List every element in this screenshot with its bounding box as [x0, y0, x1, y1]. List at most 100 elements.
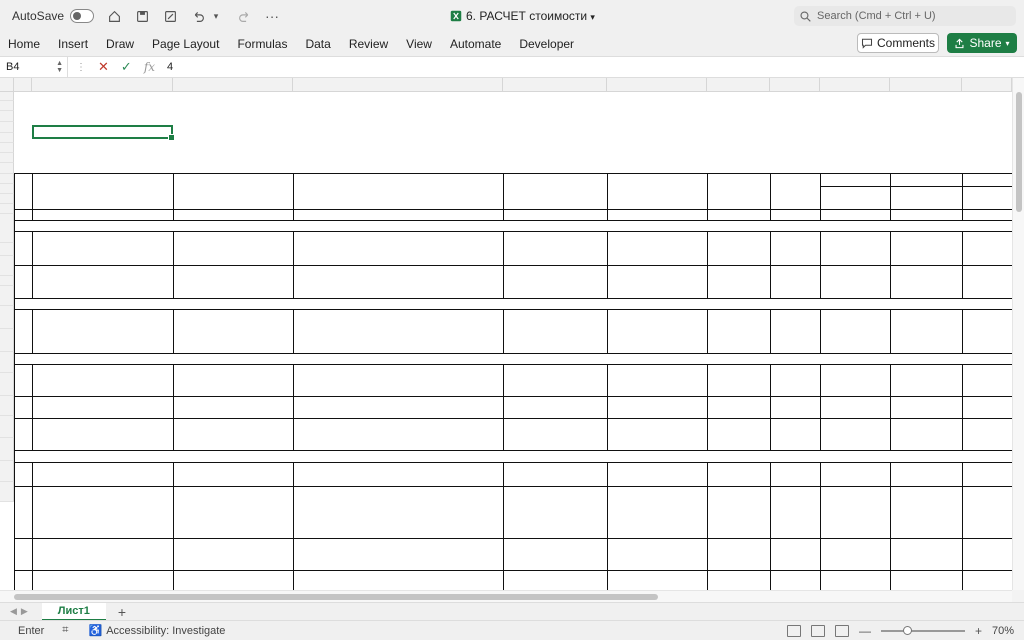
- table-column-border: [607, 173, 608, 590]
- share-label: Share: [969, 36, 1002, 50]
- formula-input[interactable]: 4: [167, 61, 173, 73]
- macro-icon[interactable]: ⌗: [62, 624, 68, 637]
- row-header[interactable]: [0, 396, 14, 416]
- normal-view-icon[interactable]: [786, 625, 801, 637]
- status-mode: Enter: [18, 624, 45, 637]
- section-header: [15, 354, 1012, 364]
- row-header[interactable]: [0, 133, 14, 143]
- name-box[interactable]: B4 ▲ ▼: [0, 57, 68, 77]
- prev-sheet-icon[interactable]: ◀: [10, 606, 17, 617]
- save-icon[interactable]: [134, 8, 150, 24]
- row-header[interactable]: [0, 438, 14, 461]
- column-header[interactable]: [14, 78, 32, 92]
- column-header[interactable]: [890, 78, 962, 92]
- section-header: [15, 221, 1012, 231]
- row-header[interactable]: [0, 286, 14, 306]
- table-column-border: [770, 173, 771, 590]
- row-header[interactable]: [0, 256, 14, 276]
- page-layout-view-icon[interactable]: [810, 625, 825, 637]
- row-header[interactable]: [0, 276, 14, 286]
- select-all-corner[interactable]: [0, 78, 14, 92]
- row-header[interactable]: [0, 143, 14, 153]
- autosave-label: AutoSave: [12, 9, 65, 23]
- row-header[interactable]: [0, 194, 14, 204]
- column-header[interactable]: [173, 78, 293, 92]
- sheet-tab-1[interactable]: Лист1: [41, 602, 106, 621]
- tab-developer[interactable]: Developer: [519, 37, 574, 51]
- edit-icon[interactable]: [162, 8, 178, 24]
- comments-button[interactable]: Comments: [857, 33, 939, 53]
- row-header[interactable]: [0, 101, 14, 111]
- add-sheet-icon[interactable]: +: [118, 604, 126, 620]
- row-bottom-border: [14, 231, 1014, 232]
- tab-draw[interactable]: Draw: [106, 37, 134, 51]
- row-header[interactable]: [0, 373, 14, 396]
- search-input[interactable]: Search (Cmd + Ctrl + U): [794, 6, 1016, 26]
- column-header[interactable]: [820, 78, 890, 92]
- column-header[interactable]: [962, 78, 1012, 92]
- row-header[interactable]: [0, 352, 14, 373]
- zoom-slider-knob[interactable]: [903, 626, 913, 635]
- row-header[interactable]: [0, 174, 14, 184]
- row-header[interactable]: [0, 122, 14, 133]
- tab-data[interactable]: Data: [305, 37, 330, 51]
- tab-home[interactable]: Home: [8, 37, 40, 51]
- horizontal-scrollbar[interactable]: [0, 590, 1012, 602]
- accessibility-checker[interactable]: ♿ Accessibility: Investigate: [89, 624, 226, 638]
- home-icon[interactable]: [106, 8, 122, 24]
- column-header[interactable]: [503, 78, 607, 92]
- tab-page-layout[interactable]: Page Layout: [152, 37, 219, 51]
- tab-view[interactable]: View: [406, 37, 432, 51]
- column-header[interactable]: [707, 78, 770, 92]
- zoom-slider[interactable]: [880, 626, 965, 635]
- tab-automate[interactable]: Automate: [450, 37, 501, 51]
- spreadsheet-grid[interactable]: [0, 78, 1024, 590]
- row-header[interactable]: [0, 482, 14, 502]
- cell-reference: B4: [6, 61, 20, 73]
- selected-cell-b4[interactable]: [32, 125, 175, 141]
- more-icon[interactable]: ···: [264, 8, 280, 24]
- function-icon[interactable]: fx: [144, 60, 155, 74]
- column-header[interactable]: [32, 78, 173, 92]
- row-header[interactable]: [0, 329, 14, 352]
- undo-icon[interactable]: [190, 8, 206, 24]
- row-header[interactable]: [0, 461, 14, 482]
- tab-formulas[interactable]: Formulas: [237, 37, 287, 51]
- row-bottom-border: [14, 462, 1014, 463]
- zoom-in-icon[interactable]: +: [975, 624, 982, 638]
- row-bottom-border: [14, 309, 1014, 310]
- row-header[interactable]: [0, 92, 14, 101]
- table-column-border: [173, 173, 174, 590]
- zoom-out-icon[interactable]: —: [859, 624, 871, 638]
- more-icon[interactable]: ⋮: [76, 62, 86, 73]
- row-bottom-border: [14, 570, 1014, 571]
- share-button[interactable]: Share ▾: [947, 33, 1017, 53]
- zoom-level[interactable]: 70%: [992, 625, 1014, 637]
- tab-insert[interactable]: Insert: [58, 37, 88, 51]
- row-header[interactable]: [0, 306, 14, 329]
- column-header[interactable]: [607, 78, 707, 92]
- row-header[interactable]: [0, 214, 14, 243]
- tab-review[interactable]: Review: [349, 37, 388, 51]
- row-header[interactable]: [0, 111, 14, 122]
- row-header[interactable]: [0, 243, 14, 256]
- row-header[interactable]: [0, 153, 14, 163]
- vertical-scrollbar[interactable]: [1012, 78, 1024, 590]
- next-sheet-icon[interactable]: ▶: [21, 606, 28, 617]
- cancel-icon[interactable]: ✕: [98, 59, 109, 75]
- name-box-arrows-icon[interactable]: ▲ ▼: [56, 60, 63, 74]
- vertical-scroll-thumb[interactable]: [1016, 92, 1022, 212]
- redo-icon[interactable]: [236, 8, 252, 24]
- column-header[interactable]: [770, 78, 820, 92]
- document-title[interactable]: 6. РАСЧЕТ стоимости ▾: [450, 9, 595, 23]
- check-icon[interactable]: ✓: [121, 59, 132, 75]
- chevron-down-icon[interactable]: ▾: [208, 8, 224, 24]
- row-header[interactable]: [0, 204, 14, 214]
- row-header[interactable]: [0, 416, 14, 438]
- page-break-view-icon[interactable]: [834, 625, 849, 637]
- horizontal-scroll-thumb[interactable]: [14, 594, 658, 600]
- row-header[interactable]: [0, 163, 14, 174]
- row-header[interactable]: [0, 184, 14, 194]
- column-header[interactable]: [293, 78, 503, 92]
- autosave-toggle[interactable]: [70, 9, 95, 23]
